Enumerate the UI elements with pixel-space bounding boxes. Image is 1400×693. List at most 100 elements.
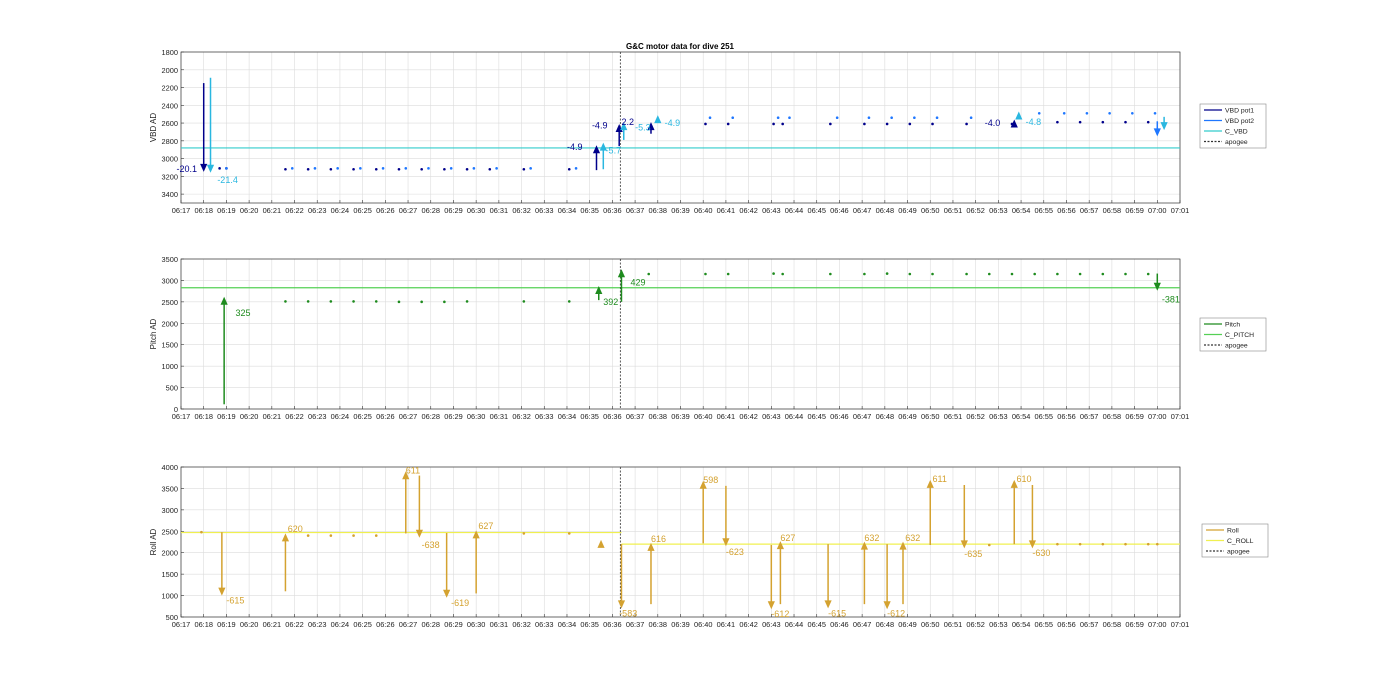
legend-entry: C_ROLL — [1227, 538, 1254, 545]
x-tick-label: 06:56 — [1057, 206, 1076, 215]
data-point — [1078, 542, 1082, 546]
x-tick-label: 06:19 — [217, 412, 236, 421]
x-tick-label: 06:53 — [989, 620, 1008, 629]
data-point — [731, 116, 735, 120]
y-tick-label: 2500 — [162, 527, 178, 536]
x-tick-label: 06:59 — [1125, 620, 1144, 629]
data-point — [488, 167, 492, 171]
data-point — [890, 116, 893, 120]
data-point — [290, 167, 294, 170]
arrow-label: -4.9 — [567, 142, 583, 152]
arrow-marker: -5.3 — [635, 122, 655, 134]
x-tick-label: 06:46 — [830, 206, 849, 215]
legend-entry: Pitch — [1225, 322, 1240, 329]
x-tick-label: 06:40 — [694, 412, 713, 421]
x-tick-label: 06:51 — [944, 206, 963, 215]
y-tick-label: 500 — [166, 613, 178, 622]
data-point — [1153, 111, 1157, 115]
arrow-label: 620 — [288, 524, 303, 534]
data-point — [1101, 120, 1105, 124]
x-tick-label: 06:39 — [671, 412, 690, 421]
x-tick-label: 06:26 — [376, 620, 395, 629]
x-tick-label: 07:01 — [1171, 412, 1190, 421]
y-tick-label: 3000 — [162, 506, 178, 515]
data-point — [359, 167, 362, 170]
data-point — [913, 116, 916, 120]
x-tick-label: 06:54 — [1012, 206, 1031, 215]
x-tick-label: 06:25 — [353, 412, 372, 421]
x-tick-label: 06:28 — [422, 620, 441, 629]
x-tick-label: 06:44 — [785, 412, 804, 421]
arrow-label: -615 — [226, 596, 244, 606]
y-tick-label: 500 — [166, 384, 178, 393]
x-tick-label: 06:40 — [694, 206, 713, 215]
data-point — [1124, 120, 1127, 124]
x-tick-label: 06:34 — [558, 412, 577, 421]
data-point — [404, 167, 408, 170]
data-point — [443, 167, 446, 171]
data-point — [529, 167, 532, 170]
data-point — [225, 167, 228, 170]
data-point — [465, 300, 469, 303]
x-tick-label: 06:18 — [194, 206, 213, 215]
y-tick-label: 2500 — [162, 298, 178, 307]
arrow-label: -20.1 — [176, 164, 197, 174]
x-tick-label: 06:58 — [1103, 412, 1122, 421]
arrow-label: 392 — [603, 297, 618, 307]
data-point — [1155, 542, 1159, 546]
x-tick-label: 06:36 — [603, 620, 622, 629]
x-tick-label: 06:54 — [1012, 412, 1031, 421]
x-tick-label: 06:41 — [717, 620, 736, 629]
y-tick-label: 2600 — [162, 119, 178, 128]
x-tick-label: 06:45 — [807, 620, 826, 629]
data-point — [420, 167, 423, 171]
y-tick-label: 3500 — [162, 484, 178, 493]
x-tick-label: 06:49 — [898, 412, 917, 421]
legend-entry: VBD pot2 — [1225, 118, 1254, 125]
x-tick-label: 06:44 — [785, 206, 804, 215]
x-tick-label: 06:25 — [353, 620, 372, 629]
arrow-label: 598 — [703, 475, 718, 485]
roll-ylabel: Roll AD — [149, 528, 158, 555]
x-tick-label: 06:55 — [1035, 412, 1054, 421]
x-tick-label: 06:49 — [898, 620, 917, 629]
x-tick-label: 06:37 — [626, 620, 645, 629]
data-point — [218, 167, 221, 170]
x-tick-label: 06:32 — [512, 620, 531, 629]
data-point — [935, 116, 939, 120]
x-tick-label: 06:45 — [807, 206, 826, 215]
x-tick-label: 06:29 — [444, 620, 463, 629]
x-tick-label: 06:41 — [717, 412, 736, 421]
arrow-label: 611 — [406, 465, 420, 475]
x-tick-label: 06:50 — [921, 206, 940, 215]
data-point — [1010, 272, 1014, 276]
data-point — [1124, 542, 1127, 546]
panel-pitch: 06:17 06:18 06:19 06:20 06:21 06:22 06:23 06:24… — [149, 255, 1267, 421]
data-point — [1108, 111, 1111, 115]
x-tick-label: 06:44 — [785, 620, 804, 629]
arrow-label: 627 — [478, 521, 493, 531]
arrow-label: 632 — [905, 533, 920, 543]
data-point — [704, 272, 707, 276]
x-tick-label: 06:32 — [512, 412, 531, 421]
data-point — [495, 167, 498, 170]
y-tick-label: 3000 — [162, 155, 178, 164]
data-point — [329, 300, 333, 303]
y-tick-label: 3000 — [162, 276, 178, 285]
panel-vbd: 06:17 06:18 06:19 06:20 06:21 06:22 06:23 06:24… — [149, 48, 1267, 215]
data-point — [381, 167, 385, 170]
x-tick-label: 06:43 — [762, 412, 781, 421]
x-tick-label: 06:41 — [717, 206, 736, 215]
arrow-label: -619 — [451, 598, 469, 608]
y-tick-label: 2400 — [162, 101, 178, 110]
data-point — [931, 272, 934, 276]
data-point — [987, 272, 991, 276]
arrow-label: -638 — [422, 540, 440, 550]
x-tick-label: 06:20 — [240, 412, 259, 421]
x-tick-label: 06:43 — [762, 206, 781, 215]
x-tick-label: 06:52 — [966, 206, 985, 215]
x-tick-label: 06:33 — [535, 412, 554, 421]
data-point — [1056, 542, 1059, 546]
pitch-ylabel: Pitch AD — [149, 318, 158, 349]
data-point — [1146, 272, 1150, 276]
